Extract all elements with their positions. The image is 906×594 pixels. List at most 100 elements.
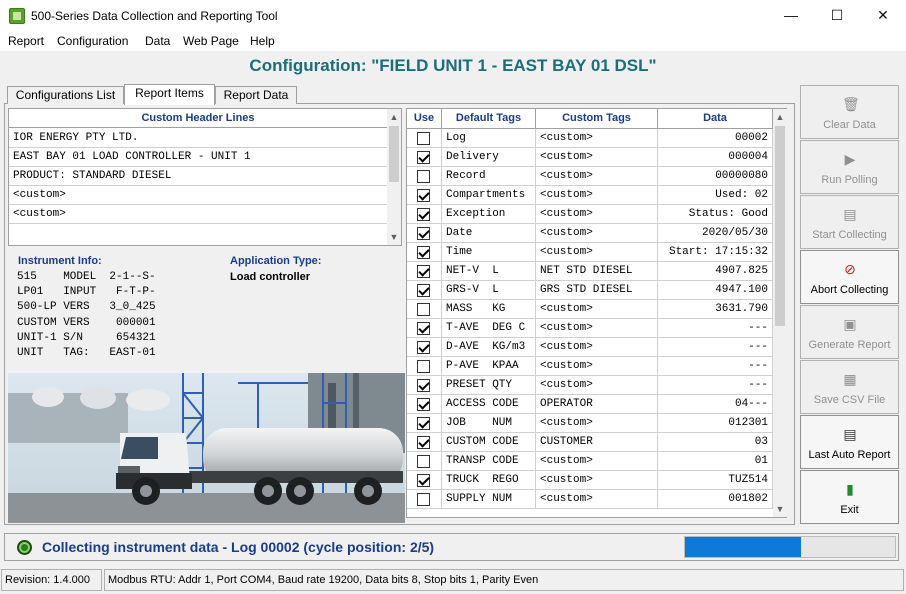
use-checkbox[interactable] xyxy=(417,379,430,392)
menu-data[interactable]: Data xyxy=(145,34,170,48)
use-cell[interactable] xyxy=(407,433,442,452)
use-cell[interactable] xyxy=(407,262,442,281)
use-checkbox[interactable] xyxy=(417,493,430,506)
use-cell[interactable] xyxy=(407,452,442,471)
header-line-row[interactable]: EAST BAY 01 LOAD CONTROLLER - UNIT 1 xyxy=(9,148,387,167)
start-collecting-button[interactable]: ▤ Start Collecting xyxy=(800,195,899,249)
clear-data-button[interactable]: 🗑 Clear Data xyxy=(800,85,899,139)
use-cell[interactable] xyxy=(407,376,442,395)
custom-tag-cell[interactable]: CUSTOMER xyxy=(536,433,658,452)
custom-tag-cell[interactable]: <custom> xyxy=(536,319,658,338)
table-row[interactable]: Delivery <custom> 000004 xyxy=(407,148,773,167)
use-cell[interactable] xyxy=(407,395,442,414)
table-row[interactable]: Log <custom> 00002 xyxy=(407,129,773,148)
use-cell[interactable] xyxy=(407,205,442,224)
custom-tag-cell[interactable]: <custom> xyxy=(536,471,658,490)
custom-tag-cell[interactable]: <custom> xyxy=(536,338,658,357)
use-cell[interactable] xyxy=(407,338,442,357)
use-cell[interactable] xyxy=(407,471,442,490)
exit-button[interactable]: ▮ Exit xyxy=(800,470,899,524)
table-row[interactable]: Time <custom> Start: 17:15:32 xyxy=(407,243,773,262)
table-row[interactable]: MASS KG <custom> 3631.790 xyxy=(407,300,773,319)
use-cell[interactable] xyxy=(407,224,442,243)
header-line-row[interactable]: <custom> xyxy=(9,205,387,224)
header-line-row[interactable]: <custom> xyxy=(9,186,387,205)
table-row[interactable]: JOB NUM <custom> 012301 xyxy=(407,414,773,433)
custom-tag-cell[interactable]: <custom> xyxy=(536,243,658,262)
report-items-scrollbar[interactable]: ▲ ▼ xyxy=(773,109,787,517)
use-cell[interactable] xyxy=(407,148,442,167)
maximize-button[interactable]: ☐ xyxy=(814,0,860,31)
table-row[interactable]: GRS-V L GRS STD DIESEL 4947.100 xyxy=(407,281,773,300)
use-checkbox[interactable] xyxy=(417,151,430,164)
column-header-use[interactable]: Use xyxy=(407,109,442,129)
table-row[interactable]: NET-V L NET STD DIESEL 4907.825 xyxy=(407,262,773,281)
use-cell[interactable] xyxy=(407,300,442,319)
table-row[interactable]: P-AVE KPAA <custom> --- xyxy=(407,357,773,376)
table-row[interactable]: CUSTOM CODE CUSTOMER 03 xyxy=(407,433,773,452)
header-line-row[interactable]: IOR ENERGY PTY LTD. xyxy=(9,129,387,148)
tab-report-items[interactable]: Report Items xyxy=(124,84,215,105)
custom-tag-cell[interactable]: <custom> xyxy=(536,490,658,509)
table-row[interactable]: Exception <custom> Status: Good xyxy=(407,205,773,224)
header-line-row[interactable]: PRODUCT: STANDARD DIESEL xyxy=(9,167,387,186)
column-header-data[interactable]: Data xyxy=(658,109,773,129)
custom-tag-cell[interactable]: <custom> xyxy=(536,357,658,376)
custom-tag-cell[interactable]: <custom> xyxy=(536,148,658,167)
use-cell[interactable] xyxy=(407,129,442,148)
column-header-default-tags[interactable]: Default Tags xyxy=(442,109,536,129)
custom-tag-cell[interactable]: <custom> xyxy=(536,129,658,148)
use-cell[interactable] xyxy=(407,186,442,205)
use-checkbox[interactable] xyxy=(417,322,430,335)
menu-report[interactable]: Report xyxy=(8,34,44,48)
use-checkbox[interactable] xyxy=(417,227,430,240)
last-auto-report-button[interactable]: ▤ Last Auto Report xyxy=(800,415,899,469)
tab-report-data[interactable]: Report Data xyxy=(215,86,297,104)
table-row[interactable]: Date <custom> 2020/05/30 xyxy=(407,224,773,243)
use-checkbox[interactable] xyxy=(417,132,430,145)
use-cell[interactable] xyxy=(407,357,442,376)
close-button[interactable]: ✕ xyxy=(860,0,906,31)
scroll-thumb[interactable] xyxy=(775,126,785,326)
use-checkbox[interactable] xyxy=(417,398,430,411)
table-row[interactable]: TRANSP CODE <custom> 01 xyxy=(407,452,773,471)
custom-tag-cell[interactable]: <custom> xyxy=(536,414,658,433)
custom-tag-cell[interactable]: <custom> xyxy=(536,452,658,471)
custom-tag-cell[interactable]: <custom> xyxy=(536,224,658,243)
custom-tag-cell[interactable]: OPERATOR xyxy=(536,395,658,414)
table-row[interactable]: SUPPLY NUM <custom> 001802 xyxy=(407,490,773,509)
custom-tag-cell[interactable]: <custom> xyxy=(536,205,658,224)
use-checkbox[interactable] xyxy=(417,455,430,468)
menu-configuration[interactable]: Configuration xyxy=(57,34,128,48)
use-checkbox[interactable] xyxy=(417,360,430,373)
table-row[interactable]: ACCESS CODE OPERATOR 04--- xyxy=(407,395,773,414)
scroll-thumb[interactable] xyxy=(389,126,399,182)
custom-header-lines-grid[interactable]: Custom Header Lines IOR ENERGY PTY LTD. … xyxy=(8,108,402,246)
scroll-up-icon[interactable]: ▲ xyxy=(387,109,401,125)
header-lines-scrollbar[interactable]: ▲ ▼ xyxy=(387,109,401,245)
use-cell[interactable] xyxy=(407,167,442,186)
minimize-button[interactable]: — xyxy=(768,0,814,31)
column-header-custom-tags[interactable]: Custom Tags xyxy=(536,109,658,129)
table-row[interactable]: Compartments <custom> Used: 02 xyxy=(407,186,773,205)
use-checkbox[interactable] xyxy=(417,246,430,259)
use-checkbox[interactable] xyxy=(417,417,430,430)
use-checkbox[interactable] xyxy=(417,303,430,316)
use-checkbox[interactable] xyxy=(417,341,430,354)
use-checkbox[interactable] xyxy=(417,189,430,202)
custom-tag-cell[interactable]: <custom> xyxy=(536,376,658,395)
menu-help[interactable]: Help xyxy=(250,34,275,48)
table-row[interactable]: Record <custom> 00000080 xyxy=(407,167,773,186)
table-row[interactable]: D-AVE KG/m3 <custom> --- xyxy=(407,338,773,357)
table-row[interactable]: TRUCK REGO <custom> TUZ514 xyxy=(407,471,773,490)
use-checkbox[interactable] xyxy=(417,170,430,183)
tab-configurations-list[interactable]: Configurations List xyxy=(7,86,124,104)
use-checkbox[interactable] xyxy=(417,265,430,278)
use-cell[interactable] xyxy=(407,414,442,433)
menu-web-page[interactable]: Web Page xyxy=(183,34,239,48)
custom-tag-cell[interactable]: NET STD DIESEL xyxy=(536,262,658,281)
report-items-grid[interactable]: Use Default Tags Custom Tags Data Log <cu… xyxy=(406,108,787,518)
use-checkbox[interactable] xyxy=(417,284,430,297)
custom-tag-cell[interactable]: <custom> xyxy=(536,300,658,319)
use-checkbox[interactable] xyxy=(417,474,430,487)
